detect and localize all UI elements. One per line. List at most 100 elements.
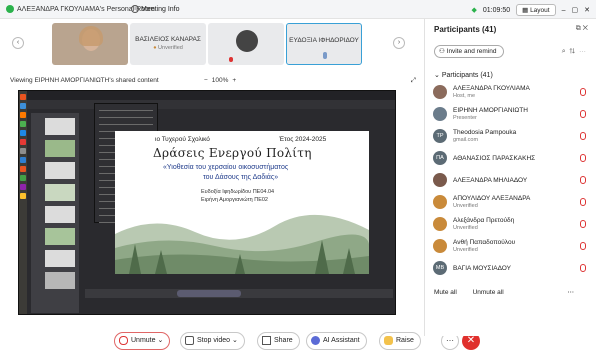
avatar <box>433 173 447 187</box>
raise-hand-icon <box>384 335 393 345</box>
mic-muted-icon <box>580 154 586 162</box>
info-icon: i <box>131 5 139 13</box>
search-icon[interactable]: ⌕ <box>562 48 566 55</box>
minimize-icon[interactable]: – <box>562 7 566 14</box>
stop-video-label: Stop video <box>197 337 231 344</box>
participant-name: ΕΙΡΗΝΗ ΑΜΟΡΓΙΑΝΙΩΤΗ <box>453 107 528 114</box>
slide-thumb <box>45 184 75 201</box>
participant-hair <box>79 26 103 46</box>
participant-name: Theodosia Pampouka <box>453 129 517 136</box>
sort-icon[interactable]: ⇅ <box>570 48 576 55</box>
meeting-info-label: Meeting Info <box>141 5 180 13</box>
slide-year-text: Έτος 2024-2025 <box>279 136 327 143</box>
slide-thumb <box>45 272 75 289</box>
top-bar: ΑΛΕΞΑΝΔΡΑ ΓΚΟΥΛΙΑΜΑ's Personal Room i Mee… <box>0 0 596 19</box>
fullscreen-icon[interactable]: ⤢ <box>411 77 416 85</box>
share-label: Share <box>274 337 293 344</box>
participant-name: ΒΑΓΙΑ ΜΟΥΣΙΑΔΟΥ <box>453 265 511 272</box>
meeting-info-link[interactable]: i Meeting Info <box>131 5 180 13</box>
strip-next-button[interactable]: › <box>393 37 405 49</box>
share-button[interactable]: Share <box>257 332 300 350</box>
slide-thumb <box>45 118 75 135</box>
participant-role: Presenter <box>453 115 477 121</box>
participant-row[interactable]: ΕΙΡΗΝΗ ΑΜΟΡΓΙΑΝΙΩΤΗ Presenter <box>425 103 596 125</box>
slide-subtitle-1: «Υιοθεσία του χερσαίου οικοσυστήματος <box>163 164 289 171</box>
panel-footer: Mute all Unmute all ⋯ <box>434 288 588 296</box>
participant-name: Ανθή Παπαδοπούλου <box>453 239 516 246</box>
profile-picture <box>236 30 258 52</box>
participant-row[interactable]: ΑΛΕΞΑΝΔΡΑ ΜΗΛΙΑΔΟΥ <box>425 169 596 191</box>
stop-video-button[interactable]: Stop video ⌄ <box>180 332 245 350</box>
panel-header-icons: ⧉ ✕ <box>576 25 588 33</box>
participant-role: Host, me <box>453 93 476 99</box>
video-tile-self[interactable] <box>52 23 128 65</box>
participant-role: Unverified <box>453 247 478 253</box>
forest-illustration <box>115 214 369 274</box>
participant-row[interactable]: TP Theodosia Pampouka gmail.com <box>425 125 596 147</box>
more-icon[interactable]: ⋯ <box>579 48 586 55</box>
avatar <box>433 107 447 121</box>
participants-list: ΑΛΕΞΑΝΔΡΑ ΓΚΟΥΛΙΑΜΑ Host, me ΕΙΡΗΝΗ ΑΜΟΡ… <box>425 81 596 279</box>
slide-author-1: Ευδοξία Ιφηδωρίδου ΠΕ04.04 <box>201 189 275 195</box>
strip-prev-button[interactable]: ‹ <box>12 37 24 49</box>
more-icon: ⋯ <box>446 336 454 345</box>
video-tile-status: ● Unverified <box>130 45 206 51</box>
camera-icon <box>185 335 194 345</box>
add-user-icon: ⚇ <box>439 48 447 55</box>
meeting-clock: 01:09:50 <box>482 6 511 14</box>
ai-assistant-icon <box>311 335 320 345</box>
shared-content-label: Viewing ΕΙΡΗΝΗ ΑΜΟΡΓΙΑΝΙΩΤΗ's shared con… <box>10 77 159 84</box>
ai-assistant-button[interactable]: AI Assistant <box>306 332 367 350</box>
zoom-out-button[interactable]: − <box>204 77 208 84</box>
participant-role: Unverified <box>453 203 478 209</box>
participant-row[interactable]: ΑΛΕΞΑΝΔΡΑ ΓΚΟΥΛΙΑΜΑ Host, me <box>425 81 596 103</box>
mute-all-button[interactable]: Mute all <box>434 289 457 296</box>
grid-icon: ▦ <box>522 7 531 14</box>
share-screen-icon <box>262 335 271 345</box>
presentation-slide: ιο Τυχερού Σχολικό Έτος 2024-2025 Δράσει… <box>115 131 369 274</box>
raise-hand-button[interactable]: Raise <box>379 332 421 350</box>
avatar: ΜΒ <box>433 261 447 275</box>
remote-title-bar <box>27 91 395 100</box>
video-tile-evdoxia[interactable]: ΕΥΔΟΞΙΑ ΙΦΗΔΟΡΙΔΟΥ <box>286 23 362 65</box>
avatar <box>433 195 447 209</box>
slide-author-2: Ειρήνη Αμοργιανιώτη ΠΕ02 <box>201 197 268 203</box>
shared-screen[interactable]: ιο Τυχερού Σχολικό Έτος 2024-2025 Δράσει… <box>18 90 396 315</box>
avatar <box>433 217 447 231</box>
participant-row[interactable]: ΑΠΟΥΛΙΔΟΥ ΑΛΕΞΑΝΔΡΑ Unverified <box>425 191 596 213</box>
mic-muted-icon <box>580 110 586 118</box>
layout-button[interactable]: ▦ Layout <box>516 4 556 16</box>
close-icon[interactable]: ✕ <box>583 25 588 32</box>
participants-group-header[interactable]: ⌄ Participants (41) <box>434 71 493 79</box>
maximize-icon[interactable]: ▢ <box>572 6 579 14</box>
popout-icon[interactable]: ⧉ <box>576 25 581 32</box>
participant-role: Unverified <box>453 225 478 231</box>
invite-and-remind-button[interactable]: ⚇ Invite and remind <box>434 45 504 58</box>
slide-school-text: ιο Τυχερού Σχολικό <box>155 136 210 143</box>
unmute-button[interactable]: Unmute ⌄ <box>114 332 171 350</box>
participant-row[interactable]: ΠΑ ΑΘΑΝΑΣΙΟΣ ΠΑΡΑΣΚΑΚΗΣ <box>425 147 596 169</box>
participant-name: ΑΛΕΞΑΝΔΡΑ ΜΗΛΙΑΔΟΥ <box>453 177 528 184</box>
participant-row[interactable]: Ανθή Παπαδοπούλου Unverified <box>425 235 596 257</box>
avatar: TP <box>433 129 447 143</box>
slide-thumb <box>45 250 75 267</box>
video-tile-avatar[interactable] <box>208 23 284 65</box>
unmute-all-button[interactable]: Unmute all <box>473 289 504 296</box>
participants-group-label: Participants (41) <box>441 72 493 79</box>
zoom-in-button[interactable]: + <box>232 77 236 84</box>
mic-active-icon <box>323 52 327 59</box>
mic-muted-icon <box>580 220 586 228</box>
participant-row[interactable]: Αλεξάνδρα Πρετούδη Unverified <box>425 213 596 235</box>
mic-muted-icon <box>580 132 586 140</box>
video-tile-vasileios[interactable]: ΒΑΣΙΛΕΙΟΣ ΚΑΝΑΡΑΣ ● Unverified <box>130 23 206 65</box>
slide-subtitle-2: του Δάσους της Δαδιάς» <box>203 174 279 181</box>
more-icon[interactable]: ⋯ <box>567 289 574 296</box>
participant-row[interactable]: ΜΒ ΒΑΓΙΑ ΜΟΥΣΙΑΔΟΥ <box>425 257 596 279</box>
slide-thumb <box>45 140 75 157</box>
close-icon[interactable]: ✕ <box>584 6 590 14</box>
participants-panel: Participants (41) ⧉ ✕ ⚇ Invite and remin… <box>424 19 596 336</box>
slide-thumb <box>45 206 75 223</box>
mic-muted-icon <box>580 264 586 272</box>
mic-muted-icon <box>580 198 586 206</box>
unmute-label: Unmute <box>131 337 156 344</box>
